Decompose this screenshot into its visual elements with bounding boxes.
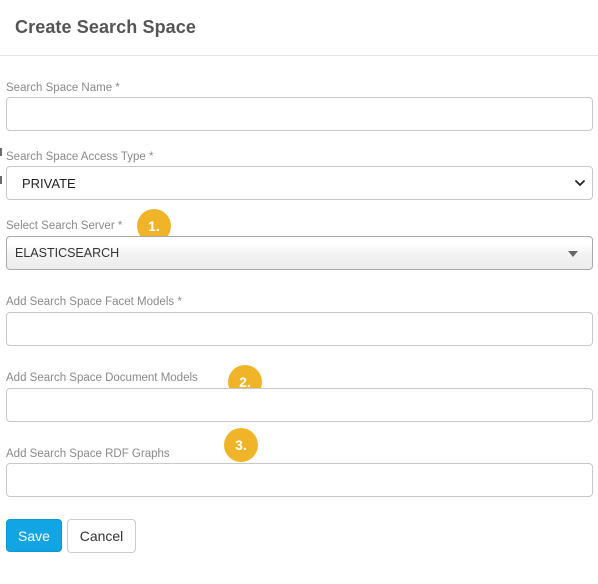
cancel-button[interactable]: Cancel: [67, 519, 136, 553]
annotation-badge-3: 3.: [224, 428, 258, 462]
background-edge-mark: [0, 176, 2, 184]
save-button[interactable]: Save: [6, 519, 62, 552]
rdf-graphs-input[interactable]: [6, 463, 593, 497]
chevron-down-icon: [575, 180, 585, 186]
access-type-selected-value: PRIVATE: [22, 175, 76, 191]
access-type-label: Search Space Access Type *: [6, 151, 154, 163]
search-space-name-label: Search Space Name *: [6, 82, 120, 94]
caret-down-icon: [568, 251, 578, 257]
facet-models-label: Add Search Space Facet Models *: [6, 296, 182, 308]
facet-models-input[interactable]: [6, 312, 593, 346]
search-space-name-input[interactable]: [6, 97, 593, 131]
search-server-label: Select Search Server *: [6, 220, 123, 232]
background-edge-mark: [0, 148, 2, 156]
search-server-select[interactable]: ELASTICSEARCH: [6, 236, 593, 270]
document-models-label: Add Search Space Document Models: [6, 372, 198, 384]
create-search-space-dialog: Create Search Space Search Space Name * …: [0, 0, 598, 584]
dialog-header: Create Search Space: [0, 0, 598, 56]
dialog-title: Create Search Space: [15, 17, 197, 37]
search-server-selected-value: ELASTICSEARCH: [15, 246, 120, 260]
access-type-select[interactable]: PRIVATE: [6, 166, 593, 200]
rdf-graphs-label: Add Search Space RDF Graphs: [6, 448, 170, 460]
document-models-input[interactable]: [6, 388, 593, 422]
